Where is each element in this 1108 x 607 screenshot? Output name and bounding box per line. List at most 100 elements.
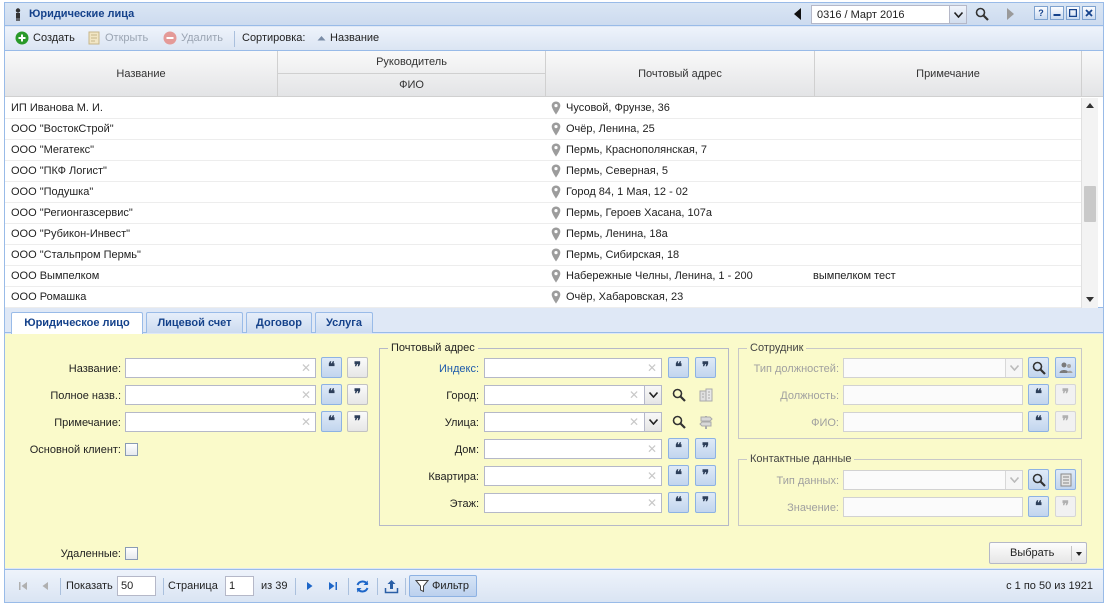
table-row[interactable]: ООО "ВостокСтрой" Очёр, Ленина, 25 <box>5 119 1081 140</box>
position-input[interactable] <box>843 385 1023 405</box>
map-pin-icon[interactable] <box>551 206 561 220</box>
table-row[interactable]: ООО "Мегатекс" Пермь, Краснополянская, 7 <box>5 140 1081 161</box>
next-period-button[interactable] <box>1001 5 1019 23</box>
city-combo[interactable]: ✕ <box>484 385 662 405</box>
quote-open-button[interactable]: ❝ <box>1028 411 1049 432</box>
quote-open-button[interactable]: ❝ <box>321 411 342 432</box>
map-pin-icon[interactable] <box>551 227 561 241</box>
table-row[interactable]: ИП Иванова М. И. Чусовой, Фрунзе, 36 <box>5 98 1081 119</box>
close-button[interactable] <box>1082 6 1096 20</box>
create-button[interactable]: Создать <box>15 31 75 45</box>
quote-close-button[interactable]: ❞ <box>695 438 716 459</box>
clear-icon[interactable]: ✕ <box>629 416 639 428</box>
name-input[interactable]: ✕ <box>125 358 316 378</box>
last-page-icon[interactable] <box>325 578 341 594</box>
export-icon[interactable] <box>383 578 399 594</box>
delete-button[interactable]: Удалить <box>163 31 223 45</box>
index-label[interactable]: Индекс: <box>389 363 479 375</box>
clear-icon[interactable]: ✕ <box>629 389 639 401</box>
table-row[interactable]: ООО "Подушка" Город 84, 1 Мая, 12 - 02 <box>5 182 1081 203</box>
first-page-icon[interactable] <box>15 578 31 594</box>
quote-close-button[interactable]: ❞ <box>347 357 368 378</box>
city-building-button[interactable] <box>695 384 716 405</box>
clear-icon[interactable]: ✕ <box>301 416 311 428</box>
map-pin-icon[interactable] <box>551 290 561 304</box>
map-pin-icon[interactable] <box>551 122 561 136</box>
refresh-icon[interactable] <box>354 578 370 594</box>
chevron-down-icon[interactable] <box>1005 471 1022 489</box>
position-type-combo[interactable] <box>843 358 1023 378</box>
city-search-button[interactable] <box>668 384 689 405</box>
prev-page-icon[interactable] <box>37 578 53 594</box>
map-pin-icon[interactable] <box>551 101 561 115</box>
table-row[interactable]: ООО "Рубикон-Инвест" Пермь, Ленина, 18а <box>5 224 1081 245</box>
select-split-button[interactable]: Выбрать <box>989 542 1087 564</box>
grid-scrollbar[interactable] <box>1081 98 1098 308</box>
scroll-thumb[interactable] <box>1084 186 1096 222</box>
map-pin-icon[interactable] <box>551 143 561 157</box>
clear-icon[interactable]: ✕ <box>647 497 657 509</box>
table-row[interactable]: ООО Ромашка Очёр, Хабаровская, 23 <box>5 287 1081 308</box>
index-input[interactable]: ✕ <box>484 358 662 378</box>
quote-close-button[interactable]: ❞ <box>695 492 716 513</box>
quote-open-button[interactable]: ❝ <box>321 357 342 378</box>
fullname-input[interactable]: ✕ <box>125 385 316 405</box>
map-pin-icon[interactable] <box>551 248 561 262</box>
maximize-button[interactable] <box>1066 6 1080 20</box>
scroll-down-icon[interactable] <box>1086 297 1094 302</box>
table-row[interactable]: ООО "Стальпром Пермь" Пермь, Сибирская, 1… <box>5 245 1081 266</box>
employee-fio-input[interactable] <box>843 412 1023 432</box>
street-search-button[interactable] <box>668 411 689 432</box>
table-row[interactable]: ООО Вымпелком Набережные Челны, Ленина, 1… <box>5 266 1081 287</box>
quote-close-button[interactable]: ❞ <box>347 384 368 405</box>
clear-icon[interactable]: ✕ <box>301 362 311 374</box>
quote-close-button[interactable]: ❞ <box>1055 411 1076 432</box>
contact-card-button[interactable] <box>1055 469 1076 490</box>
clear-icon[interactable]: ✕ <box>301 389 311 401</box>
apartment-input[interactable]: ✕ <box>484 466 662 486</box>
map-pin-icon[interactable] <box>551 164 561 178</box>
deleted-checkbox[interactable] <box>125 547 138 560</box>
clear-icon[interactable]: ✕ <box>647 362 657 374</box>
map-pin-icon[interactable] <box>551 269 561 283</box>
column-header-note[interactable]: Примечание <box>815 51 1082 97</box>
clear-icon[interactable]: ✕ <box>647 443 657 455</box>
column-header-address[interactable]: Почтовый адрес <box>546 51 815 97</box>
quote-open-button[interactable]: ❝ <box>668 492 689 513</box>
quote-open-button[interactable]: ❝ <box>321 384 342 405</box>
chevron-down-icon[interactable] <box>644 386 661 404</box>
tab-contract[interactable]: Договор <box>246 312 312 333</box>
house-input[interactable]: ✕ <box>484 439 662 459</box>
chevron-down-icon[interactable] <box>1076 552 1082 556</box>
quote-open-button[interactable]: ❝ <box>668 357 689 378</box>
note-input[interactable]: ✕ <box>125 412 316 432</box>
data-type-combo[interactable] <box>843 470 1023 490</box>
floor-input[interactable]: ✕ <box>484 493 662 513</box>
street-combo[interactable]: ✕ <box>484 412 662 432</box>
chevron-down-icon[interactable] <box>1005 359 1022 377</box>
users-button[interactable] <box>1055 357 1076 378</box>
page-number-input[interactable]: 1 <box>225 576 254 596</box>
chevron-down-icon[interactable] <box>949 6 966 23</box>
column-header-name[interactable]: Название <box>5 51 278 97</box>
tab-service[interactable]: Услуга <box>315 312 373 333</box>
period-search-button[interactable] <box>973 5 991 23</box>
quote-open-button[interactable]: ❝ <box>668 438 689 459</box>
open-button[interactable]: Открыть <box>87 31 148 45</box>
tab-personal-account[interactable]: Лицевой счет <box>146 312 243 333</box>
tab-legal-entity[interactable]: Юридическое лицо <box>11 312 143 334</box>
period-select[interactable]: 0316 / Март 2016 <box>811 5 967 24</box>
map-pin-icon[interactable] <box>551 185 561 199</box>
main-client-checkbox[interactable] <box>125 443 138 456</box>
quote-close-button[interactable]: ❞ <box>347 411 368 432</box>
prev-period-button[interactable] <box>789 5 807 23</box>
quote-close-button[interactable]: ❞ <box>695 357 716 378</box>
filter-toggle-button[interactable]: Фильтр <box>409 575 477 597</box>
sort-field-button[interactable]: Название <box>317 32 379 44</box>
clear-icon[interactable]: ✕ <box>647 470 657 482</box>
next-page-icon[interactable] <box>302 578 318 594</box>
quote-open-button[interactable]: ❝ <box>1028 384 1049 405</box>
quote-close-button[interactable]: ❞ <box>695 465 716 486</box>
column-header-fio[interactable]: ФИО <box>278 74 546 97</box>
page-size-input[interactable]: 50 <box>117 576 156 596</box>
